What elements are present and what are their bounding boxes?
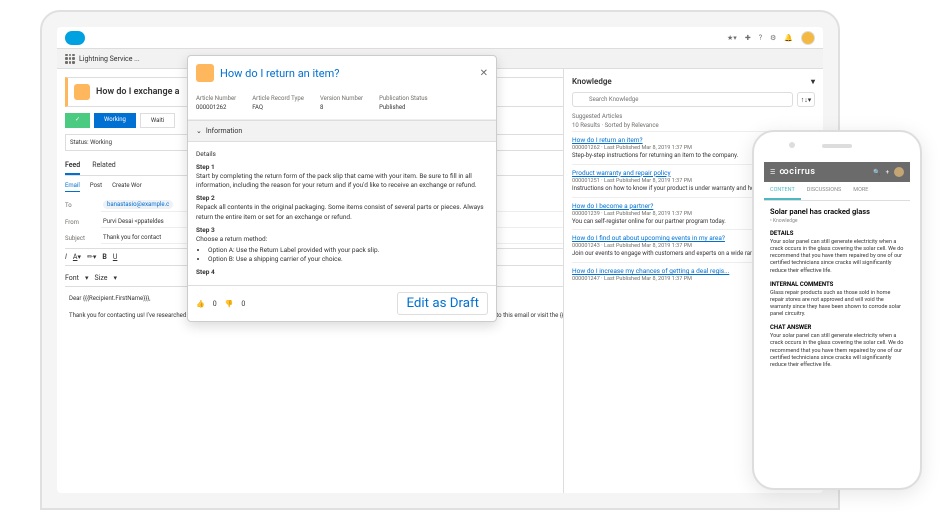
tab-content[interactable]: CONTENT [764, 182, 801, 200]
user-avatar[interactable] [894, 167, 904, 177]
tab-feed[interactable]: Feed [65, 157, 80, 175]
knowledge-header: Knowledge [572, 77, 612, 86]
bell-icon[interactable]: 🔔 [784, 34, 793, 42]
search-icon[interactable]: 🔍 [873, 169, 880, 176]
app-name: Lightning Service ... [79, 55, 140, 63]
search-knowledge-input[interactable] [572, 92, 793, 107]
app-screen: ★▾ ✚ ? ⚙ 🔔 Lightning Service ... How do … [57, 27, 823, 493]
subtab-email[interactable]: Email [65, 182, 80, 192]
laptop-frame: ★▾ ✚ ? ⚙ 🔔 Lightning Service ... How do … [40, 10, 840, 510]
help-icon[interactable]: ? [759, 34, 762, 42]
details-heading: DETAILS [770, 230, 904, 237]
italic-icon[interactable]: I [65, 253, 67, 261]
article-icon [74, 84, 90, 100]
cirrus-logo: ∞cirrus [779, 167, 815, 177]
highlight-icon[interactable]: ✏▾ [87, 253, 96, 261]
internal-text: Glass repair products such as those sold… [770, 290, 904, 319]
internal-heading: INTERNAL COMMENTS [770, 281, 904, 288]
article-body: Details Step 1Start by completing the re… [188, 142, 496, 285]
article-icon [196, 64, 214, 82]
phone-tabs: CONTENT DISCUSSIONS MORE [764, 182, 910, 201]
user-avatar[interactable] [801, 31, 815, 45]
modal-title: How do I return an item? [220, 67, 339, 80]
thumbs-down-icon[interactable]: 👎 [225, 300, 234, 308]
tab-more[interactable]: MORE [847, 182, 874, 200]
to-label: To [65, 202, 95, 209]
chat-text: Your solar panel can still generate elec… [770, 333, 904, 369]
app-launcher-icon[interactable] [65, 54, 75, 64]
phone-frame: ☰ ∞cirrus 🔍 + CONTENT DISCUSSIONS MORE S… [752, 130, 922, 490]
subject-label: Subject [65, 235, 95, 242]
subtab-create[interactable]: Create Wor [112, 182, 142, 192]
font-color-icon[interactable]: A▾ [73, 253, 81, 261]
breadcrumb: • Knowledge [770, 218, 904, 224]
suggested-label: Suggested Articles [572, 113, 815, 120]
article-modal: How do I return an item? ✕ Article Numbe… [187, 55, 497, 322]
phone-screen: ☰ ∞cirrus 🔍 + CONTENT DISCUSSIONS MORE S… [764, 162, 910, 468]
bold-icon[interactable]: B [102, 253, 106, 261]
add-icon[interactable]: + [886, 169, 889, 176]
thumbs-up-icon[interactable]: 👍 [196, 300, 205, 308]
salesforce-logo-icon [65, 31, 85, 45]
subtab-post[interactable]: Post [90, 182, 102, 192]
sort-button[interactable]: ↑↓▾ [797, 92, 815, 107]
add-icon[interactable]: ✚ [745, 34, 751, 42]
size-select[interactable]: Size [94, 274, 107, 282]
article-title: Solar panel has cracked glass [770, 207, 904, 216]
font-select[interactable]: Font [65, 274, 79, 282]
edit-draft-button[interactable]: Edit as Draft [397, 292, 488, 315]
gear-icon[interactable]: ⚙ [770, 34, 776, 42]
chevron-down-icon: ⌄ [196, 127, 202, 135]
stage-waiting[interactable]: Waiti [140, 113, 175, 128]
menu-icon[interactable]: ☰ [770, 169, 775, 176]
stage-working[interactable]: Working [94, 113, 136, 128]
information-section[interactable]: ⌄Information [188, 120, 496, 142]
underline-icon[interactable]: U [113, 253, 118, 261]
star-icon[interactable]: ★▾ [727, 34, 737, 42]
stage-done[interactable]: ✓ [65, 113, 90, 128]
phone-header: ☰ ∞cirrus 🔍 + [764, 162, 910, 182]
tab-related[interactable]: Related [92, 157, 116, 175]
close-icon[interactable]: ✕ [480, 68, 488, 79]
details-text: Your solar panel can still generate elec… [770, 239, 904, 275]
collapse-icon[interactable]: ▾ [811, 77, 815, 86]
global-header: ★▾ ✚ ? ⚙ 🔔 [57, 27, 823, 49]
results-count: 10 Results · Sorted by Relevance [572, 122, 815, 129]
chat-heading: CHAT ANSWER [770, 324, 904, 331]
case-title: How do I exchange a [96, 87, 180, 97]
tab-discussions[interactable]: DISCUSSIONS [801, 182, 848, 200]
from-label: From [65, 219, 95, 226]
